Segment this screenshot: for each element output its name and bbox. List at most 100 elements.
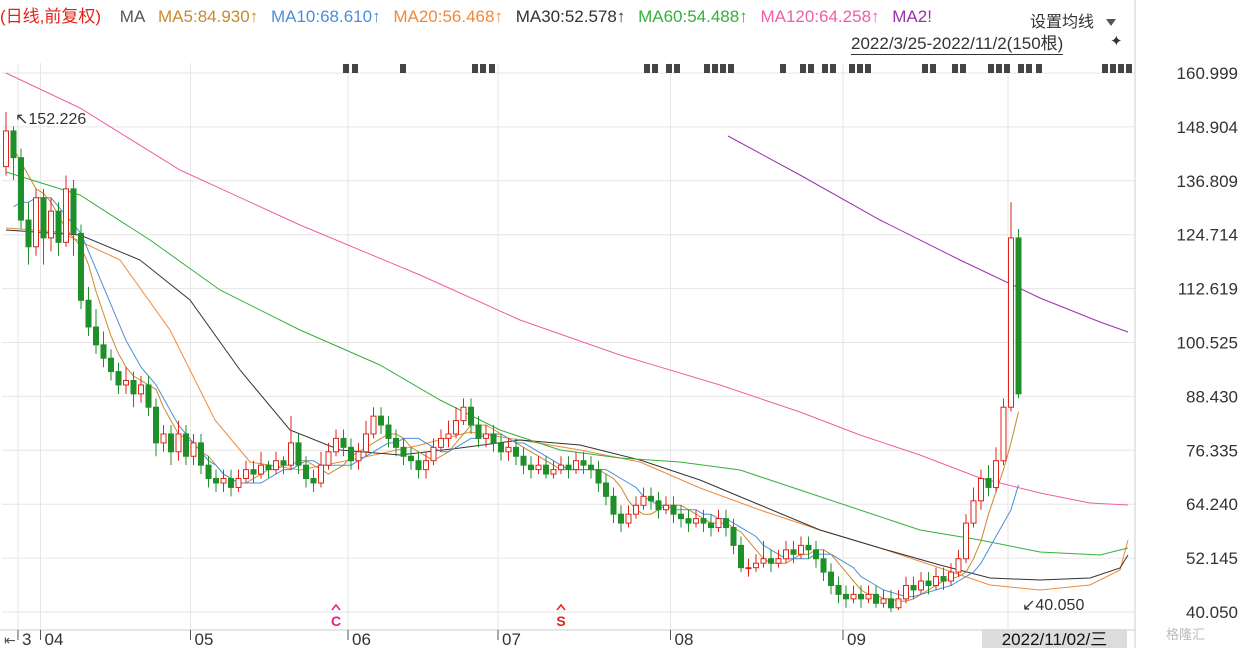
- event-block-icon: [704, 64, 710, 73]
- chevron-down-icon: [1106, 19, 1117, 27]
- event-block-icon: [343, 64, 349, 73]
- high-price-label: ↖152.226: [15, 111, 86, 128]
- candle-body: [363, 433, 369, 453]
- candle-body: [78, 232, 84, 301]
- date-range-label: 2022/3/25-2022/11/2(150根): [851, 34, 1064, 55]
- candle-body: [370, 415, 377, 435]
- event-block-icon: [644, 64, 650, 73]
- candle-body: [603, 482, 609, 497]
- watermark-logo: 格隆汇: [1166, 627, 1206, 642]
- event-block-icon: [822, 64, 828, 73]
- candle-body: [430, 446, 437, 462]
- candle-body: [798, 544, 804, 555]
- candle-body: [618, 513, 624, 524]
- candle-body: [108, 357, 114, 373]
- candle-body: [198, 442, 204, 466]
- candle-body: [213, 478, 219, 484]
- candle-body: [168, 433, 174, 453]
- candle-body: [550, 469, 557, 475]
- ma-label: MA: [119, 7, 146, 26]
- pin-icon[interactable]: ✦: [1110, 32, 1123, 50]
- y-axis: 160.999 148.904 136.809 124.714 112.619 100.5…: [1177, 64, 1238, 622]
- settings-ma-label: 设置均线: [1030, 14, 1095, 31]
- candle-body: [498, 442, 504, 453]
- y-tick-label: 40.050: [1186, 603, 1238, 622]
- candle-body: [610, 495, 617, 515]
- candle-body: [453, 420, 459, 435]
- x-axis: 3040506070809102022/11/02/三⇤: [4, 629, 1127, 648]
- low-price-label: ↙40.050: [1022, 597, 1084, 614]
- candle-body: [93, 326, 99, 346]
- candle-body: [175, 433, 182, 453]
- candle-body: [588, 464, 594, 471]
- candle-body: [100, 344, 107, 359]
- candle-body: [243, 469, 249, 480]
- candle-body: [400, 446, 407, 457]
- candles[interactable]: [3, 112, 1022, 612]
- event-block-icon: [830, 64, 836, 73]
- candle-body: [385, 424, 392, 439]
- candle-body: [438, 437, 444, 448]
- candle-body: [393, 437, 399, 448]
- candle-body: [258, 464, 264, 475]
- candle-body: [528, 464, 534, 471]
- candle-body: [955, 558, 962, 573]
- candle-body: [70, 188, 77, 234]
- candle-body: [310, 478, 317, 484]
- settings-ma-button[interactable]: 设置均线: [1030, 8, 1117, 32]
- candle-body: [970, 500, 977, 524]
- candle-body: [850, 593, 857, 600]
- candle-body: [985, 478, 992, 488]
- ma10-line: [13, 197, 1019, 598]
- event-block-icon: [1004, 64, 1010, 73]
- ma20-line: [5, 227, 1129, 591]
- candle-body: [250, 469, 257, 475]
- candle-body: [483, 433, 489, 439]
- candle-body: [835, 584, 842, 595]
- candle-body: [48, 210, 54, 239]
- candle-body: [475, 424, 482, 439]
- event-block-icon: [808, 64, 814, 73]
- candle-body: [25, 219, 32, 248]
- candle-body: [1015, 237, 1022, 395]
- candle-body: [655, 500, 662, 511]
- event-block-icon: [1018, 64, 1024, 73]
- candle-body: [445, 433, 452, 439]
- candle-body: [205, 464, 212, 480]
- y-tick-label: 76.335: [1186, 441, 1238, 460]
- candle-body: [948, 571, 954, 582]
- candle-body: [790, 549, 797, 555]
- event-block-icon: [489, 64, 495, 73]
- candle-body: [123, 379, 129, 386]
- candle-body: [415, 460, 422, 471]
- candle-body: [340, 437, 347, 448]
- event-block-icon: [857, 64, 863, 73]
- event-block-icon: [480, 64, 486, 73]
- candle-body: [820, 558, 827, 573]
- event-block-icon: [1118, 64, 1124, 73]
- candlestick-chart[interactable]: ↖152.226↙40.050C S 160.999148.904136.8091…: [0, 0, 1241, 648]
- event-block-icon: [674, 64, 680, 73]
- candle-body: [963, 522, 969, 560]
- candle-body: [753, 562, 759, 569]
- candle-body: [85, 299, 92, 328]
- x-tick-label: 05: [195, 630, 214, 648]
- candle-body: [160, 433, 167, 444]
- event-block-icon: [800, 64, 806, 73]
- candle-body: [138, 384, 144, 395]
- y-tick-label: 148.904: [1177, 118, 1238, 137]
- chart-mode-label: (日线,前复权): [0, 7, 102, 26]
- candle-body: [565, 464, 572, 471]
- candle-body: [640, 495, 647, 506]
- candle-body: [918, 580, 924, 591]
- candle-body: [678, 513, 684, 520]
- candle-body: [325, 451, 332, 466]
- event-block-icon: [400, 64, 406, 73]
- candle-body: [805, 544, 812, 551]
- candle-body: [730, 527, 737, 546]
- candle-body: [220, 478, 227, 484]
- event-block-icon: [728, 64, 734, 73]
- candle-body: [355, 451, 362, 462]
- scroll-left-icon: ⇤: [4, 633, 16, 648]
- event-block-icon: [849, 64, 855, 73]
